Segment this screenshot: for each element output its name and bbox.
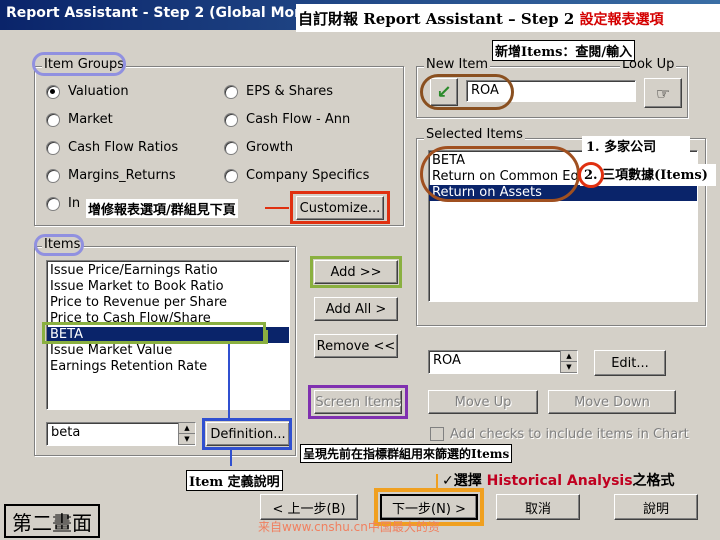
new-item-input[interactable]: ROA (466, 80, 636, 102)
radio-icon (46, 84, 60, 99)
radio-label: Cash Flow Ratios (68, 140, 179, 155)
item-group-radio-0[interactable]: Valuation (46, 84, 129, 99)
new-item-add-button[interactable]: ↙ (430, 78, 458, 106)
cancel-button[interactable]: 取消 (496, 494, 580, 520)
add-button[interactable]: Add >> (314, 260, 398, 284)
radio-icon (46, 196, 60, 211)
definition-button[interactable]: Definition... (206, 422, 290, 446)
screen-items-button[interactable]: Screen Items (314, 390, 402, 414)
radio-icon (224, 168, 238, 183)
screen-note: 呈現先前在指標群組用來篩選的Items (300, 444, 513, 463)
definition-arrow-v (230, 450, 232, 466)
watermark: 来自www.cnshu.cn中国最大的资 (258, 520, 440, 534)
items-list[interactable]: Issue Price/Earnings Ratio Issue Market t… (46, 260, 290, 410)
item-list-entry[interactable]: Price to Revenue per Share (47, 295, 289, 311)
edit-spin-up-icon: ▲ (561, 351, 577, 362)
edit-button[interactable]: Edit... (594, 350, 666, 376)
item-list-entry[interactable]: Issue Price/Earnings Ratio (47, 263, 289, 279)
item-list-entry[interactable]: BETA (47, 327, 289, 343)
move-down-button[interactable]: Move Down (548, 390, 676, 414)
edit-input-value: ROA (433, 353, 461, 368)
radio-label: Market (68, 112, 113, 127)
radio-label: Cash Flow - Ann (246, 112, 351, 127)
item-groups-label: Item Groups (42, 57, 127, 72)
new-item-note: 新增Items：查閱/輸入 (492, 40, 636, 61)
lookup-button[interactable]: ☞ (644, 78, 682, 108)
hand-pointer-icon: ☞ (655, 83, 671, 103)
edit-spin-down-icon: ▼ (561, 362, 577, 373)
radio-icon (46, 140, 60, 155)
radio-icon (224, 84, 238, 99)
radio-label: Margins_Returns (68, 168, 176, 183)
new-item-label: New Item (424, 57, 491, 72)
customize-note: 增修報表選項/群組見下頁 (86, 199, 238, 218)
item-group-radio-7[interactable]: Company Specifics (224, 168, 369, 183)
item-search-input[interactable]: beta ▲ ▼ (46, 422, 196, 446)
selected-note-2-num: 2. (584, 168, 598, 183)
add-checks-row[interactable]: Add checks to include items in Chart (430, 425, 710, 443)
add-checks-checkbox[interactable] (430, 427, 444, 441)
selected-item[interactable]: Return on Assets (429, 185, 697, 201)
window-title: Report Assistant - Step 2 (Global Mone (6, 5, 314, 21)
help-button[interactable]: 說明 (614, 494, 698, 520)
item-list-entry[interactable]: Earnings Retention Rate (47, 359, 289, 375)
move-up-button[interactable]: Move Up (428, 390, 538, 414)
customize-arrow (265, 207, 289, 209)
spin-up-icon: ▲ (179, 423, 195, 434)
radio-label: Valuation (68, 84, 129, 99)
radio-label: In (68, 196, 81, 211)
radio-label: Growth (246, 140, 294, 155)
add-all-button[interactable]: Add All > (314, 297, 398, 321)
item-list-entry[interactable]: Price to Cash Flow/Share (47, 311, 289, 327)
spin-down-icon: ▼ (179, 434, 195, 445)
add-connector-h (266, 330, 268, 344)
edit-spinner[interactable]: ▲ ▼ (560, 351, 577, 373)
customize-button[interactable]: Customize... (296, 196, 384, 220)
radio-icon (46, 168, 60, 183)
page-label: 第二畫面 (4, 504, 100, 538)
item-group-radio-8[interactable]: In (46, 196, 80, 211)
remove-button[interactable]: Remove << (314, 334, 398, 358)
item-group-radio-2[interactable]: Market (46, 112, 113, 127)
historical-highlight: Historical Analysis (486, 473, 633, 489)
selected-note-1: 1. 多家公司 (582, 136, 690, 156)
green-arrow-icon: ↙ (436, 81, 452, 103)
step-callout-text: 自訂財報 Report Assistant – Step 2 (298, 10, 580, 28)
radio-icon (224, 140, 238, 155)
item-group-radio-3[interactable]: Cash Flow - Ann (224, 112, 350, 127)
edit-input[interactable]: ROA ▲ ▼ (428, 350, 578, 374)
item-group-radio-4[interactable]: Cash Flow Ratios (46, 140, 178, 155)
step-callout: 自訂財報 Report Assistant – Step 2 設定報表選項 (296, 4, 720, 32)
items-label: Items (42, 237, 83, 252)
item-list-entry[interactable]: Issue Market Value (47, 343, 289, 359)
items-container: Issue Price/Earnings Ratio Issue Market t… (47, 261, 289, 375)
selected-note-2-text: 三項數據(Items) (602, 168, 708, 183)
item-group-radio-6[interactable]: Margins_Returns (46, 168, 176, 183)
radio-label: Company Specifics (246, 168, 370, 183)
item-list-entry[interactable]: Issue Market to Book Ratio (47, 279, 289, 295)
historical-note: ✓選擇 Historical Analysis之格式 (442, 470, 675, 490)
add-checks-label: Add checks to include items in Chart (450, 426, 689, 442)
search-spinner[interactable]: ▲ ▼ (178, 423, 195, 445)
historical-suffix: 之格式 (632, 473, 675, 489)
radio-label: EPS & Shares (246, 84, 333, 99)
item-group-radio-5[interactable]: Growth (224, 140, 293, 155)
selected-items-label: Selected Items (424, 127, 525, 142)
next-button[interactable]: 下一步(N) > (380, 494, 478, 520)
back-button[interactable]: < 上一步(B) (260, 494, 358, 520)
definition-note: Item 定義說明 (186, 470, 283, 491)
step-callout-red: 設定報表選項 (579, 12, 664, 28)
item-group-radio-1[interactable]: EPS & Shares (224, 84, 333, 99)
next-arrow (436, 474, 438, 488)
selected-note-2: 2. 三項數據(Items) (580, 164, 716, 186)
historical-prefix: ✓選擇 (442, 473, 487, 489)
items-blue-arrow (228, 344, 230, 418)
item-search-value: beta (51, 425, 81, 440)
radio-icon (224, 112, 238, 127)
radio-icon (46, 112, 60, 127)
